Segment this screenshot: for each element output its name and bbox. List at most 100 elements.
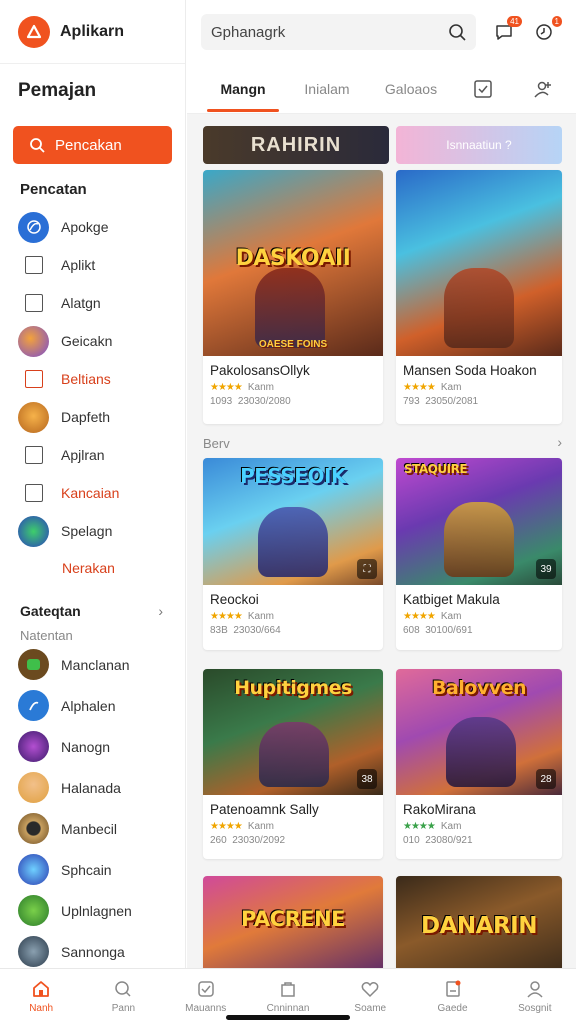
sidebar-item-1[interactable]: Aplikt (0, 246, 185, 284)
game-logo: PACRENE (240, 907, 346, 931)
nav-home[interactable]: Nanh (0, 969, 82, 1024)
chevron-right-icon[interactable]: › (557, 434, 562, 450)
tab-0[interactable]: Mangn (201, 64, 285, 114)
sidebar-sub-link[interactable]: Nerakan (0, 550, 185, 588)
app-item-label: Manclanan (61, 656, 130, 673)
nav-label: Pann (111, 1003, 136, 1014)
game-rating: Kam (440, 821, 462, 832)
game-title: Katbiget Makula (403, 592, 500, 607)
count-badge: 38 (357, 769, 377, 789)
count-badge: 39 (536, 559, 556, 579)
game-card[interactable]: PESSEOIK ⛶ Reockoi ★★★★ Kanm 83B 23030/66… (203, 458, 383, 650)
game-downloads: 608 (403, 625, 420, 636)
expand-icon[interactable]: ⛶ (357, 559, 377, 579)
banner-0[interactable]: RAHIRIN (203, 126, 389, 164)
category-header[interactable]: Gateqtan › (0, 588, 185, 622)
bag-icon (281, 982, 295, 997)
bottom-nav: Nanh Pann Mauanns Cnninnan Soame Gaede S… (0, 968, 576, 1024)
nav-search[interactable]: Pann (82, 969, 164, 1024)
sidebar-item-6[interactable]: Apjlran (0, 436, 185, 474)
sidebar-item-label: Apokge (61, 219, 109, 235)
gift-icon (445, 980, 461, 997)
app-avatar-icon (18, 690, 49, 721)
sidebar-item-label: Alatgn (61, 295, 101, 311)
checkbox-icon (18, 250, 49, 281)
nav-profile[interactable]: Sosgnit (494, 969, 576, 1024)
alerts-button[interactable]: 1 (532, 16, 562, 44)
game-artwork (396, 170, 562, 356)
game-logo: STAQUIRE (404, 462, 468, 476)
game-artwork: STAQUIRE 39 (396, 458, 562, 585)
game-card[interactable]: Balovven 28 RakoMirana ★★★★ Kam 010 23080… (396, 669, 562, 859)
sidebar-search-button[interactable]: Pencakan (13, 126, 172, 164)
rating-stars-icon: ★★★★ (210, 382, 243, 393)
tab-2[interactable]: Galoaos (369, 64, 453, 114)
sidebar-search-label: Pencakan (55, 136, 122, 154)
sidebar-item-0[interactable]: Apokge (0, 208, 185, 246)
game-rating: Kanm (247, 821, 274, 832)
game-card[interactable]: Hupitigmes 38 Patenoamnk Sally ★★★★ Kanm … (203, 669, 383, 859)
game-sub-logo: OAESE FOINS (258, 339, 328, 350)
app-name: Aplikarn (60, 22, 125, 40)
chat-badge: 41 (507, 16, 522, 27)
chat-button[interactable]: 41 (492, 16, 522, 44)
sidebar-item-4[interactable]: Beltians (0, 360, 185, 398)
search-icon[interactable] (448, 23, 466, 41)
sidebar-item-label: Beltians (61, 371, 111, 387)
checklist-button[interactable] (453, 64, 513, 114)
sidebar-item-3[interactable]: Geicakn (0, 322, 185, 360)
brand-header[interactable]: Aplikarn (0, 0, 185, 64)
sidebar-title: Pemajan (18, 80, 97, 101)
game-card[interactable]: PACRENE (203, 876, 383, 968)
game-card[interactable]: DASKOAII OAESE FOINS PakolosansOllyk ★★★… (203, 170, 383, 424)
game-artwork: Hupitigmes 38 (203, 669, 383, 795)
chevron-right-icon: › (158, 603, 163, 619)
sidebar-item-2[interactable]: Alatgn (0, 284, 185, 322)
globe-icon (18, 211, 49, 243)
app-item-3[interactable]: Halanada (0, 767, 185, 808)
sidebar-item-5[interactable]: Dapfeth (0, 398, 185, 436)
app-item-5[interactable]: Sphcain (0, 849, 185, 890)
app-avatar-icon (18, 813, 49, 844)
checkbox-icon (18, 440, 49, 471)
banner-label: Isnnaatiun ? (446, 138, 512, 152)
game-downloads: 010 (403, 835, 420, 846)
app-item-4[interactable]: Manbecil (0, 808, 185, 849)
app-avatar-icon (18, 731, 49, 762)
game-card[interactable]: STAQUIRE 39 Katbiget Makula ★★★★ Kam 608 … (396, 458, 562, 650)
app-item-2[interactable]: Nanogn (0, 726, 185, 767)
app-avatar-icon (18, 895, 49, 926)
home-indicator[interactable] (226, 1015, 350, 1020)
app-item-label: Halanada (61, 779, 121, 796)
rating-stars-icon: ★★★★ (210, 821, 243, 832)
search-input[interactable]: Gphanagrk (201, 14, 476, 50)
main-content: RAHIRIN Isnnaatiun ? DASKOAII OAESE FOIN… (187, 114, 576, 968)
search-icon (30, 138, 45, 153)
app-item-0[interactable]: Manclanan (0, 644, 185, 685)
search-input-value: Gphanagrk (211, 23, 286, 41)
add-user-button[interactable] (513, 64, 573, 114)
sidebar-item-label: Geicakn (61, 333, 113, 349)
app-item-1[interactable]: Alphalen (0, 685, 185, 726)
tab-1[interactable]: Inialam (285, 64, 369, 114)
app-item-label: Sphcain (61, 861, 112, 878)
sidebar-item-7[interactable]: Kancaian (0, 474, 185, 512)
add-user-icon (534, 81, 551, 98)
top-bar: Gphanagrk 41 1 (187, 0, 576, 64)
banner-1[interactable]: Isnnaatiun ? (396, 126, 562, 164)
app-item-7[interactable]: Sannonga (0, 931, 185, 968)
game-card[interactable]: Mansen Soda Hoakon ★★★★ Kam 793 23050/208… (396, 170, 562, 424)
game-card[interactable]: DANARIN (396, 876, 562, 968)
sidebar-item-8[interactable]: Spelagn (0, 512, 185, 550)
nav-gift[interactable]: Gaede (411, 969, 493, 1024)
game-date: 30100/691 (425, 625, 473, 636)
game-artwork: DASKOAII OAESE FOINS (203, 170, 383, 356)
game-logo: PESSEOIK (240, 464, 346, 488)
app-item-6[interactable]: Uplnlagnen (0, 890, 185, 931)
app-avatar-icon (18, 649, 49, 680)
checkbox-icon (18, 478, 49, 509)
game-downloads: 83B (210, 625, 228, 636)
app-item-label: Sannonga (61, 943, 125, 960)
game-logo: DASKOAII (235, 245, 351, 271)
game-logo: Balovven (431, 677, 527, 699)
